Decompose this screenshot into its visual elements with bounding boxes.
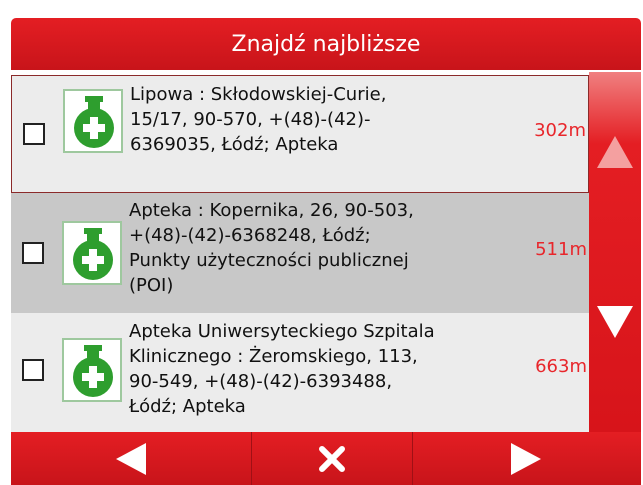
results-list: Lipowa : Skłodowskiej-Curie, 15/17, 90-5…	[11, 72, 589, 432]
desc-line: Apteka Uniwersyteckiego Szpitala	[129, 321, 435, 342]
dialog-header: Znajdź najbliższe	[11, 18, 641, 70]
scrollbar[interactable]	[589, 72, 641, 432]
next-page-button[interactable]	[413, 432, 641, 485]
pharmacy-icon	[62, 221, 122, 285]
pharmacy-icon	[62, 338, 122, 402]
desc-line: Klinicznego : Żeromskiego, 113,	[129, 346, 418, 367]
desc-line: Punkty użyteczności publicznej	[129, 250, 409, 271]
footer-toolbar	[11, 432, 641, 485]
desc-line: Lipowa : Skłodowskiej-Curie,	[130, 84, 387, 105]
desc-line: 15/17, 90-570, +(48)-(42)-	[130, 109, 371, 130]
item-description: Apteka Uniwersyteckiego Szpitala Klinicz…	[129, 319, 529, 419]
list-item[interactable]: Apteka Uniwersyteckiego Szpitala Klinicz…	[11, 313, 589, 432]
desc-line: Apteka : Kopernika, 26, 90-503,	[129, 200, 414, 221]
desc-line: 6369035, Łódź; Apteka	[130, 134, 339, 155]
list-item[interactable]: Lipowa : Skłodowskiej-Curie, 15/17, 90-5…	[11, 75, 589, 193]
triangle-down-icon	[597, 306, 633, 338]
item-distance: 663m	[535, 356, 587, 377]
desc-line: +(48)-(42)-6368248, Łódź;	[129, 225, 371, 246]
desc-line: (POI)	[129, 275, 174, 296]
item-distance: 302m	[534, 120, 586, 141]
triangle-up-icon	[597, 136, 633, 168]
item-checkbox[interactable]	[22, 359, 44, 381]
item-description: Apteka : Kopernika, 26, 90-503, +(48)-(4…	[129, 198, 529, 298]
list-item[interactable]: Apteka : Kopernika, 26, 90-503, +(48)-(4…	[11, 193, 589, 313]
item-description: Lipowa : Skłodowskiej-Curie, 15/17, 90-5…	[130, 82, 530, 157]
scroll-up-button[interactable]	[589, 112, 641, 192]
item-distance: 511m	[535, 239, 587, 260]
arrow-right-icon	[511, 442, 541, 475]
item-checkbox[interactable]	[22, 242, 44, 264]
desc-line: Łódź; Apteka	[129, 396, 246, 417]
item-checkbox[interactable]	[23, 123, 45, 145]
pharmacy-icon	[63, 89, 123, 153]
desc-line: 90-549, +(48)-(42)-6393488,	[129, 371, 393, 392]
dialog-title: Znajdź najbliższe	[231, 31, 421, 57]
close-icon	[319, 445, 345, 472]
arrow-left-icon	[116, 442, 146, 475]
previous-page-button[interactable]	[11, 432, 249, 485]
close-button[interactable]	[251, 432, 413, 485]
scroll-down-button[interactable]	[589, 282, 641, 362]
